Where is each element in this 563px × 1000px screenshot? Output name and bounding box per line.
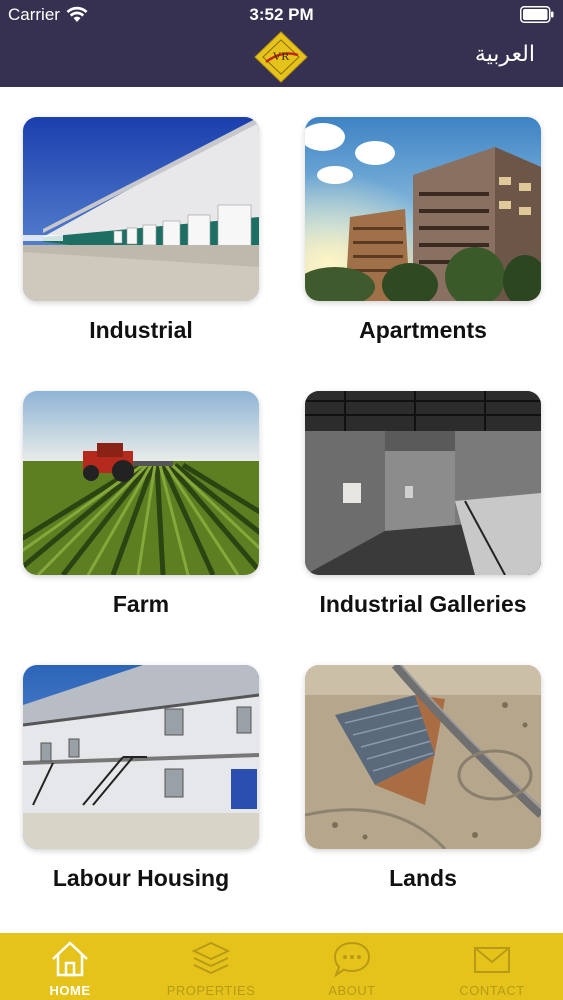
- tab-label: PROPERTIES: [166, 983, 256, 998]
- category-tile-labour-housing[interactable]: Labour Housing: [23, 665, 259, 910]
- category-label: Industrial: [89, 317, 193, 343]
- tab-home[interactable]: HOME: [0, 933, 140, 1000]
- battery-icon: [520, 6, 554, 23]
- category-tile-apartments[interactable]: Apartments: [305, 117, 541, 362]
- status-time: 3:52 PM: [249, 5, 314, 24]
- category-tile-industrial[interactable]: Industrial: [23, 117, 259, 362]
- layers-icon: [191, 941, 231, 975]
- home-icon: [52, 941, 88, 977]
- app-logo: VR: [254, 31, 308, 83]
- category-tile-lands[interactable]: Lands: [305, 665, 541, 910]
- industrial-image: [23, 117, 259, 301]
- farm-image: [23, 391, 259, 575]
- tab-properties[interactable]: PROPERTIES: [141, 933, 281, 1000]
- category-label: Apartments: [359, 317, 487, 343]
- category-grid: Industrial Apartments Farm Industrial Ga…: [0, 87, 563, 933]
- category-label: Lands: [389, 865, 457, 891]
- status-bar: Carrier 3:52 PM: [0, 0, 563, 30]
- lands-image: [305, 665, 541, 849]
- app-header: Carrier 3:52 PM VR العربية: [0, 0, 563, 87]
- category-tile-farm[interactable]: Farm: [23, 391, 259, 636]
- tab-about[interactable]: ABOUT: [282, 933, 422, 1000]
- logo-text: VR: [273, 49, 290, 63]
- tab-contact[interactable]: CONTACT: [422, 933, 562, 1000]
- category-tile-industrial-galleries[interactable]: Industrial Galleries: [305, 391, 541, 636]
- labour-housing-image: [23, 665, 259, 849]
- tab-label: CONTACT: [459, 983, 525, 998]
- bottom-tab-bar: HOME PROPERTIES ABOUT CONTACT: [0, 933, 563, 1000]
- apartments-image: [305, 117, 541, 301]
- language-toggle[interactable]: العربية: [475, 42, 535, 67]
- industrial-galleries-image: [305, 391, 541, 575]
- chat-bubble-icon: [333, 941, 371, 978]
- tab-label: ABOUT: [328, 983, 376, 998]
- category-label: Industrial Galleries: [319, 591, 527, 617]
- tab-label: HOME: [49, 983, 91, 998]
- category-label: Farm: [112, 591, 170, 617]
- category-label: Labour Housing: [52, 865, 230, 891]
- envelope-icon: [474, 947, 510, 973]
